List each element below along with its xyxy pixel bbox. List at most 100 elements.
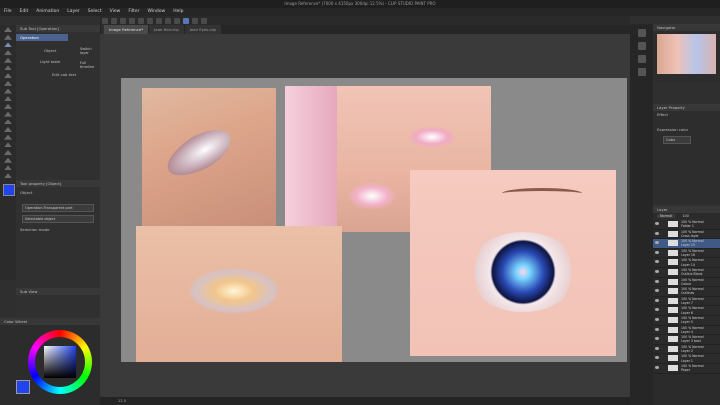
color-square[interactable] <box>44 346 76 378</box>
menu-animation[interactable]: Animation <box>32 8 63 16</box>
menu-view[interactable]: View <box>106 8 125 16</box>
selectable-object-dropdown[interactable]: Selectable object <box>22 215 94 223</box>
visibility-eye-icon[interactable] <box>655 231 659 235</box>
layer-row[interactable]: 100 % Normal Cross layer <box>653 230 720 240</box>
menu-filter[interactable]: Filter <box>124 8 143 16</box>
tab-image-reference[interactable]: Image Reference* <box>104 25 149 34</box>
layer-row[interactable]: 100 % Normal Layer 4 <box>653 326 720 336</box>
figure-tool-icon[interactable] <box>4 134 12 140</box>
layer-row[interactable]: 100 % Normal Layer 2 <box>653 345 720 355</box>
undo-icon[interactable] <box>128 17 135 24</box>
command-bar <box>100 16 630 25</box>
blend-mode-dropdown[interactable]: Normal <box>657 214 676 218</box>
balloon-tool-icon[interactable] <box>4 165 12 171</box>
eyedropper-tool-icon[interactable] <box>4 57 12 63</box>
layer-row[interactable]: 100 % Normal Colour <box>653 278 720 288</box>
brush-tool-icon[interactable] <box>4 80 12 86</box>
subtool-edit-text[interactable]: Edit cab text <box>16 71 100 78</box>
tool-palette <box>0 25 16 280</box>
layer-row[interactable]: 100 % Normal Layer 5 <box>653 316 720 326</box>
visibility-eye-icon[interactable] <box>655 356 659 360</box>
opacity-value[interactable]: 100 <box>682 214 688 218</box>
pencil-tool-icon[interactable] <box>4 73 12 79</box>
ruler-icon[interactable] <box>173 17 180 24</box>
visibility-eye-icon[interactable] <box>655 222 659 225</box>
reference-image-3[interactable] <box>136 226 342 362</box>
layer-row[interactable]: 100 % Normal Outline Blank <box>653 268 720 278</box>
main-color-swatch[interactable] <box>16 380 30 394</box>
pen-tool-icon[interactable] <box>4 65 12 71</box>
layer-row[interactable]: 100 % Normal Layer 3 bast <box>653 335 720 345</box>
operation-tool-icon[interactable] <box>4 42 12 48</box>
layer-row[interactable]: 100 % Normal Layer 15 <box>653 239 720 249</box>
layer-row[interactable]: 100 % Normal Layer 6 <box>653 306 720 316</box>
visibility-eye-icon[interactable] <box>655 298 659 302</box>
layer-row[interactable]: 100 % Normal Layer 16 <box>653 249 720 259</box>
text-tool-icon[interactable] <box>4 157 12 163</box>
layer-row[interactable]: 100 % Normal Outlines <box>653 287 720 297</box>
canvas[interactable] <box>121 78 627 362</box>
visibility-eye-icon[interactable] <box>655 250 659 254</box>
visibility-eye-icon[interactable] <box>655 308 659 312</box>
menu-edit[interactable]: Edit <box>16 8 33 16</box>
reference-image-1[interactable] <box>142 88 276 226</box>
operation-dropdown[interactable]: Operation:Transparent part <box>22 204 94 212</box>
subtool-operation[interactable]: Operation <box>16 34 68 41</box>
zoom-tool-icon[interactable] <box>4 27 12 32</box>
decoration-tool-icon[interactable] <box>4 96 12 102</box>
menu-window[interactable]: Window <box>143 8 169 16</box>
selection-icon[interactable] <box>164 17 171 24</box>
color-wheel[interactable] <box>28 330 92 394</box>
visibility-eye-icon[interactable] <box>655 260 659 264</box>
menu-file[interactable]: File <box>0 8 16 16</box>
airbrush-tool-icon[interactable] <box>4 88 12 94</box>
layer-row[interactable]: 100 % Normal Layer 7 <box>653 297 720 307</box>
transform-icon[interactable] <box>155 17 162 24</box>
panel-toggle-icon[interactable] <box>637 42 646 50</box>
layer-row[interactable]: 100 % Normal Layer 1 <box>653 354 720 364</box>
layer-row[interactable]: 100 % Normal Paper <box>653 364 720 374</box>
visibility-eye-icon[interactable] <box>655 241 659 245</box>
visibility-eye-icon[interactable] <box>655 365 659 369</box>
tab-jean-eyes[interactable]: Jean Eyes.clip <box>184 25 221 34</box>
brush-icon[interactable] <box>191 17 198 24</box>
ruler-tool-icon[interactable] <box>4 150 12 155</box>
new-icon[interactable] <box>101 17 108 24</box>
visibility-eye-icon[interactable] <box>655 289 659 293</box>
panel-toggle-icon[interactable] <box>637 55 646 63</box>
blend-tool-icon[interactable] <box>4 111 12 117</box>
switch-layer-label[interactable]: Switch layer <box>80 47 100 55</box>
visibility-eye-icon[interactable] <box>655 337 659 341</box>
reference-image-4[interactable] <box>410 170 616 356</box>
layer-row[interactable]: 100 % Normal Folder 1 <box>653 220 720 230</box>
gradient-tool-icon[interactable] <box>4 126 12 132</box>
full-timeline-label[interactable]: Full timeline <box>80 61 100 69</box>
frame-tool-icon[interactable] <box>4 142 12 148</box>
redo-icon[interactable] <box>137 17 144 24</box>
color-swatch[interactable] <box>3 184 15 197</box>
pen-icon[interactable] <box>182 17 189 24</box>
visibility-eye-icon[interactable] <box>655 279 659 283</box>
menu-layer[interactable]: Layer <box>63 8 84 16</box>
lasso-tool-icon[interactable] <box>4 50 12 56</box>
expression-color-dropdown[interactable]: Color <box>663 136 691 144</box>
layer-row[interactable]: 100 % Normal Layer 14 <box>653 258 720 268</box>
open-icon[interactable] <box>110 17 117 24</box>
menu-help[interactable]: Help <box>169 8 187 16</box>
eraser-tool-icon[interactable] <box>4 103 12 109</box>
menu-select[interactable]: Select <box>84 8 106 16</box>
save-icon[interactable] <box>119 17 126 24</box>
move-tool-icon[interactable] <box>4 34 12 40</box>
visibility-eye-icon[interactable] <box>655 346 659 350</box>
navigator-preview[interactable] <box>657 34 716 74</box>
tab-jean-hair[interactable]: Jean Hair.clip <box>149 25 184 34</box>
panel-toggle-icon[interactable] <box>637 29 646 37</box>
clear-icon[interactable] <box>146 17 153 24</box>
visibility-eye-icon[interactable] <box>655 269 659 273</box>
visibility-eye-icon[interactable] <box>655 317 659 321</box>
visibility-eye-icon[interactable] <box>655 327 659 331</box>
panel-toggle-icon[interactable] <box>637 68 646 76</box>
fill-tool-icon[interactable] <box>4 119 12 125</box>
eraser-icon[interactable] <box>200 17 207 24</box>
correct-line-tool-icon[interactable] <box>4 173 12 179</box>
